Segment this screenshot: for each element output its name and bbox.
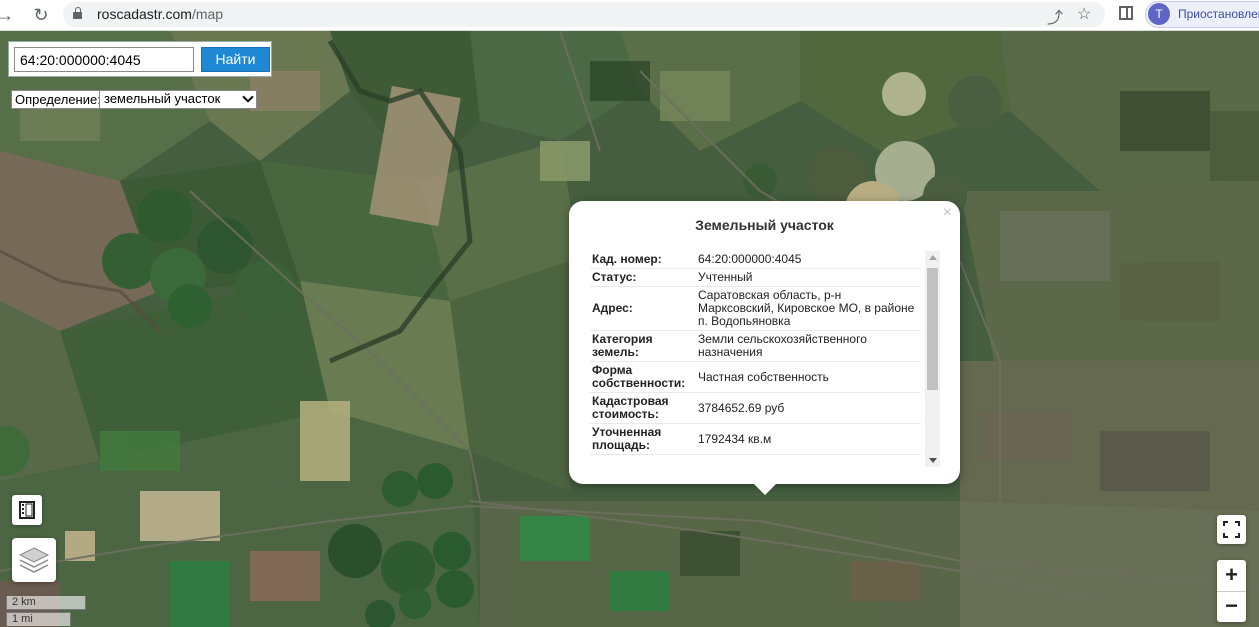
scale-km: 2 km xyxy=(6,596,86,610)
url-domain: roscadastr.com xyxy=(97,6,192,22)
row-value: Частная собственность xyxy=(696,361,921,393)
zoom-in-button[interactable]: + xyxy=(1217,560,1246,592)
popup-title: Земельный участок xyxy=(695,217,834,233)
profile-chip[interactable]: T Приостановлен xyxy=(1145,1,1259,28)
table-row: Категория земель: Земли сельскохозяйстве… xyxy=(590,330,921,362)
side-panel-icon[interactable] xyxy=(1119,6,1133,20)
chevron-down-icon xyxy=(242,91,254,103)
cadastral-number-input[interactable] xyxy=(14,47,194,72)
url-path: /map xyxy=(191,6,224,22)
back-arrow-icon[interactable]: → xyxy=(0,4,16,26)
scroll-thumb[interactable] xyxy=(927,268,938,390)
table-row: Адрес: Саратовская область, р-н Марксовс… xyxy=(590,286,921,331)
row-key: Адрес: xyxy=(590,286,696,331)
address-bar[interactable]: roscadastr.com/map ⤴ ☆ xyxy=(63,2,1105,27)
parcel-info-table: Кад. номер: 64:20:000000:4045 Статус: Уч… xyxy=(590,251,921,455)
zoom-out-button[interactable]: − xyxy=(1217,591,1246,622)
search-button[interactable]: Найти xyxy=(201,47,270,72)
fullscreen-button[interactable] xyxy=(1217,515,1246,544)
reload-icon[interactable]: ↻ xyxy=(30,4,52,26)
row-key: Форма собственности: xyxy=(590,361,696,393)
row-value: Саратовская область, р-н Марксовский, Ки… xyxy=(696,286,921,331)
definition-row: Определение: земельный участок xyxy=(11,90,257,109)
row-key: Кад. номер: xyxy=(590,251,696,269)
row-key: Категория земель: xyxy=(590,330,696,362)
search-panel: Найти xyxy=(8,41,272,77)
fullscreen-icon xyxy=(1223,521,1240,538)
row-value: 1792434 кв.м xyxy=(696,423,921,455)
scroll-up-arrow-icon[interactable] xyxy=(929,255,937,260)
avatar: T xyxy=(1148,3,1170,25)
zoom-control: + − xyxy=(1217,560,1246,622)
row-value: Учтенный xyxy=(696,268,921,287)
table-row: Кадастровая стоимость: 3784652.69 руб xyxy=(590,392,921,424)
browser-toolbar: → ↻ roscadastr.com/map ⤴ ☆ T Приостановл… xyxy=(0,0,1259,31)
table-row: Уточненная площадь: 1792434 кв.м xyxy=(590,423,921,455)
layers-button[interactable] xyxy=(12,538,56,582)
scale-mi: 1 mi xyxy=(6,612,71,626)
info-scroll-area[interactable]: Кад. номер: 64:20:000000:4045 Статус: Уч… xyxy=(590,251,940,467)
definition-select[interactable]: земельный участок xyxy=(99,91,256,108)
scroll-down-arrow-icon[interactable] xyxy=(929,458,937,463)
row-key: Уточненная площадь: xyxy=(590,423,696,455)
filmstrip-icon xyxy=(19,501,35,519)
lock-icon[interactable] xyxy=(73,7,82,19)
popup-scrollbar[interactable] xyxy=(925,251,940,467)
parcel-info-popup: × Земельный участок Кад. номер: 64:20:00… xyxy=(569,201,960,495)
definition-selected-value: земельный участок xyxy=(104,91,221,106)
row-value: 64:20:000000:4045 xyxy=(696,251,921,269)
filmstrip-button[interactable] xyxy=(12,495,42,525)
row-key: Кадастровая стоимость: xyxy=(590,392,696,424)
row-value: 3784652.69 руб xyxy=(696,392,921,424)
definition-label: Определение: xyxy=(15,92,101,107)
bookmark-star-icon[interactable]: ☆ xyxy=(1077,4,1091,24)
row-key: Статус: xyxy=(590,268,696,287)
profile-status-label: Приостановлен xyxy=(1178,7,1259,21)
popup-pointer xyxy=(752,482,778,495)
table-row: Кад. номер: 64:20:000000:4045 xyxy=(590,251,921,269)
share-icon[interactable]: ⤴ xyxy=(1047,4,1063,28)
url-text[interactable]: roscadastr.com/map xyxy=(97,6,223,22)
row-value: Земли сельскохозяйственного назначения xyxy=(696,330,921,362)
table-row: Форма собственности: Частная собственнос… xyxy=(590,361,921,393)
table-row: Статус: Учтенный xyxy=(590,268,921,287)
layers-icon xyxy=(18,547,50,573)
